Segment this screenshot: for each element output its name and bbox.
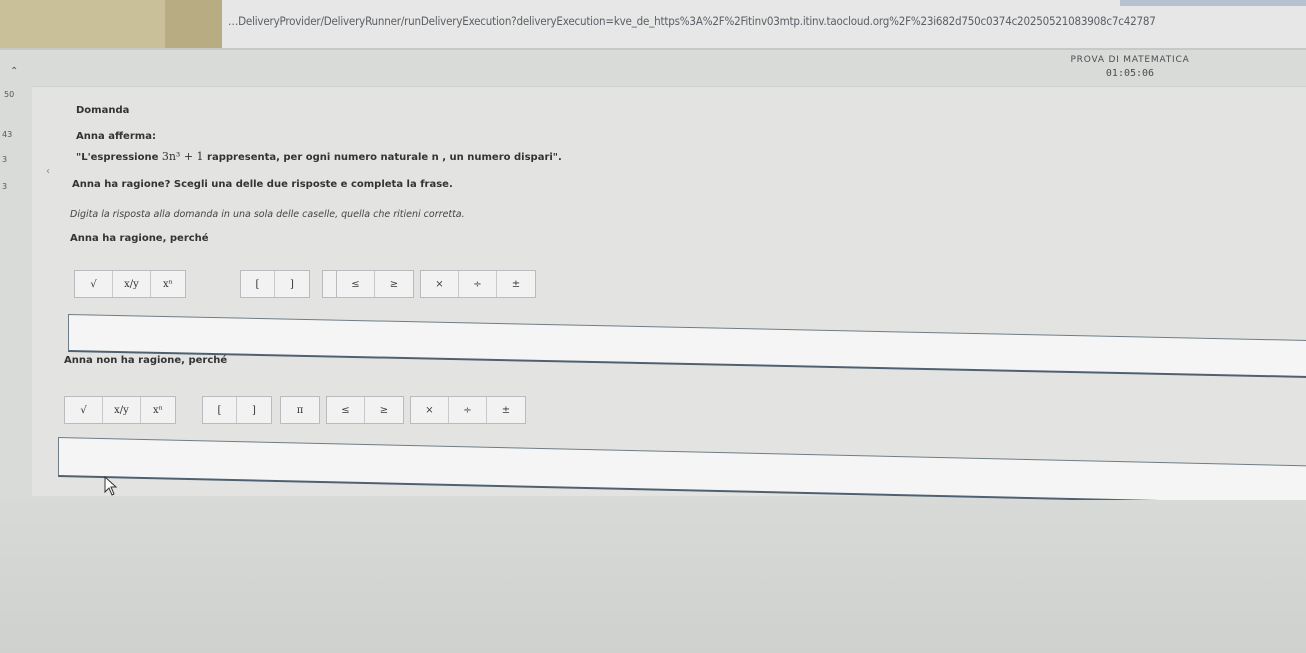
browser-address-bar: …DeliveryProvider/DeliveryRunner/runDeli…: [0, 0, 1306, 48]
question-card: [32, 86, 1306, 496]
toolbar-group: π: [280, 396, 320, 424]
bracket-open-button[interactable]: [: [241, 271, 275, 297]
chevron-up-icon[interactable]: ⌃: [10, 66, 18, 77]
statement-suffix: rappresenta, per ogni numero naturale n …: [207, 152, 562, 163]
divide-button[interactable]: ÷: [459, 271, 497, 297]
question-text: Anna afferma:: [76, 131, 156, 142]
fraction-button[interactable]: x/y: [103, 397, 141, 423]
toolbar-group-ops: × ÷ ±: [410, 396, 526, 424]
browser-strip: [1120, 0, 1306, 6]
bracket-close-button[interactable]: ]: [237, 397, 271, 423]
question-heading: Domanda: [76, 105, 130, 116]
question-statement: "L'espressione 3n³ + 1 rappresenta, per …: [76, 150, 562, 163]
header-divider: [0, 48, 1306, 50]
toolbar-group: √ x/y xⁿ: [74, 270, 186, 298]
toolbar-group-compare: ≤ ≥: [336, 270, 414, 298]
power-button[interactable]: xⁿ: [141, 397, 175, 423]
sqrt-button[interactable]: √: [65, 397, 103, 423]
mouse-cursor-icon: [104, 476, 118, 496]
plusminus-button[interactable]: ±: [487, 397, 525, 423]
timer: 01:05:06: [1105, 68, 1155, 79]
plusminus-button[interactable]: ±: [497, 271, 535, 297]
math-expression: 3n³ + 1: [161, 150, 204, 163]
option-b-label: Anna non ha ragione, perché: [64, 355, 228, 366]
browser-tab[interactable]: [165, 0, 222, 48]
divide-button[interactable]: ÷: [449, 397, 487, 423]
test-title: PROVA DI MATEMATICA: [1070, 55, 1190, 65]
toolbar-group: [ ]: [202, 396, 272, 424]
bracket-open-button[interactable]: [: [203, 397, 237, 423]
question-instruction: Anna ha ragione? Scegli una delle due ri…: [72, 179, 453, 190]
leq-button[interactable]: ≤: [337, 271, 375, 297]
page-background: [0, 500, 1306, 653]
chevron-left-icon[interactable]: ‹: [46, 166, 50, 177]
option-a-label: Anna ha ragione, perché: [70, 233, 209, 244]
leq-button[interactable]: ≤: [327, 397, 365, 423]
toolbar-group-ops: × ÷ ±: [420, 270, 536, 298]
browser-tab-area: [0, 0, 222, 48]
question-hint: Digita la risposta alla domanda in una s…: [70, 209, 465, 220]
fraction-button[interactable]: x/y: [113, 271, 151, 297]
statement-prefix: "L'espressione: [76, 152, 159, 163]
sidebar-item[interactable]: 43: [2, 130, 12, 139]
toolbar-group: [ ]: [240, 270, 310, 298]
toolbar-group-compare: ≤ ≥: [326, 396, 404, 424]
sidebar-item[interactable]: 3: [2, 155, 7, 164]
bracket-close-button[interactable]: ]: [275, 271, 309, 297]
url-text[interactable]: …DeliveryProvider/DeliveryRunner/runDeli…: [228, 14, 1288, 28]
times-button[interactable]: ×: [421, 271, 459, 297]
power-button[interactable]: xⁿ: [151, 271, 185, 297]
pi-button[interactable]: π: [281, 397, 319, 423]
sqrt-button[interactable]: √: [75, 271, 113, 297]
geq-button[interactable]: ≥: [365, 397, 403, 423]
sidebar-item[interactable]: 50: [4, 90, 14, 99]
toolbar-group: √ x/y xⁿ: [64, 396, 176, 424]
geq-button[interactable]: ≥: [375, 271, 413, 297]
times-button[interactable]: ×: [411, 397, 449, 423]
sidebar-item[interactable]: 3: [2, 182, 7, 191]
